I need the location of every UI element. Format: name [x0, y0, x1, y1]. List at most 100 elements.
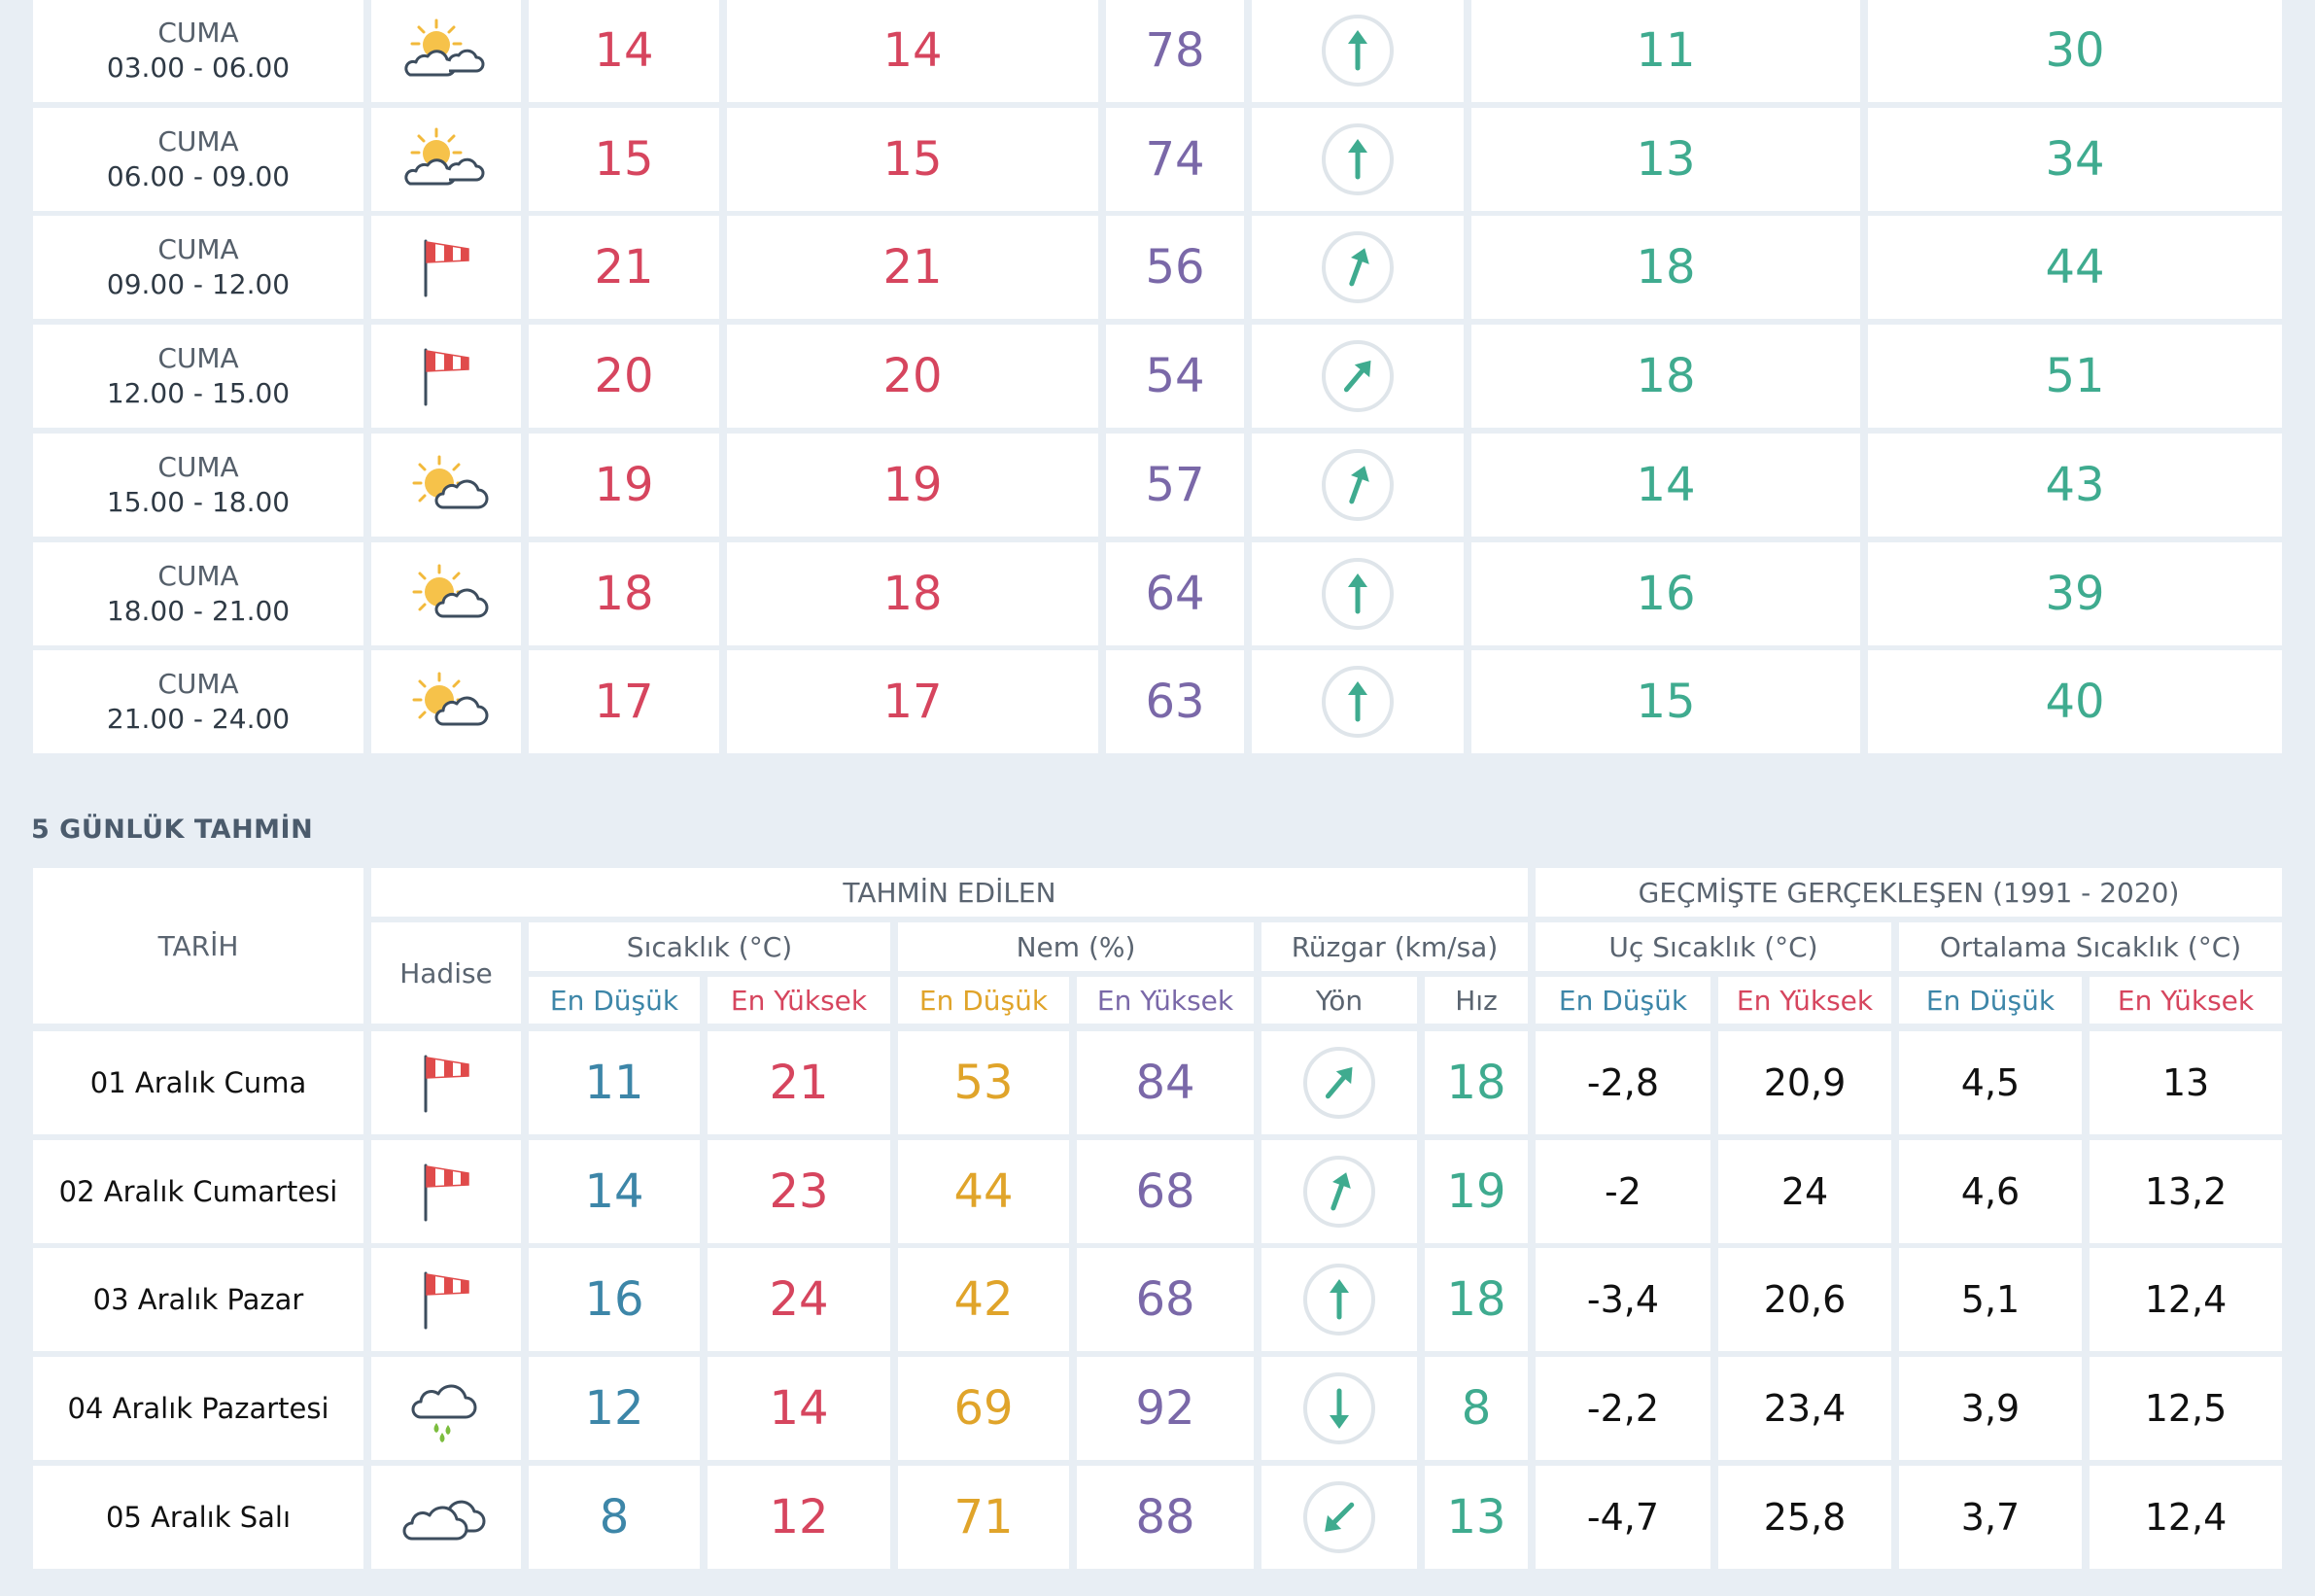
hourly-wind-gust: 40: [1868, 650, 2282, 753]
section-title: 5 GÜNLÜK TAHMİN: [31, 815, 314, 845]
wind-direction-icon: [1252, 542, 1464, 645]
windsock-icon: [371, 1031, 521, 1134]
header-hadise: Hadise: [371, 922, 521, 1024]
partly-cloudy-icon: [371, 108, 521, 211]
subheader-hiz: Hız: [1425, 977, 1528, 1024]
daily-humidity-min: 42: [898, 1248, 1069, 1351]
daily-temp-max: 14: [708, 1357, 890, 1460]
hourly-humidity: 64: [1106, 542, 1244, 645]
hourly-wind-speed: 13: [1471, 108, 1860, 211]
hourly-humidity: 56: [1106, 216, 1244, 319]
daily-humidity-max: 88: [1077, 1466, 1254, 1569]
subheader-en-dusuk: En Düşük: [1536, 977, 1710, 1024]
daily-humidity-min: 44: [898, 1140, 1069, 1243]
daily-temp-max: 23: [708, 1140, 890, 1243]
header-uc-sicaklik: Uç Sıcaklık (°C): [1536, 922, 1891, 971]
hourly-time-range: 03.00 - 06.00: [106, 52, 291, 84]
hourly-wind-speed: 15: [1471, 650, 1860, 753]
hourly-temperature: 14: [529, 0, 719, 102]
wind-direction-icon: [1252, 108, 1464, 211]
daily-wind-speed: 18: [1425, 1248, 1528, 1351]
daily-average-min: 3,7: [1899, 1466, 2082, 1569]
subheader-en-yuksek: En Yüksek: [708, 977, 890, 1024]
daily-average-min: 5,1: [1899, 1248, 2082, 1351]
daily-date: 03 Aralık Pazar: [33, 1248, 363, 1351]
daily-extreme-min: -2: [1536, 1140, 1710, 1243]
wind-direction-icon: [1261, 1357, 1417, 1460]
daily-extreme-min: -2,2: [1536, 1357, 1710, 1460]
hourly-feels-like: 21: [727, 216, 1098, 319]
cloud-icon: [371, 1466, 521, 1569]
hourly-wind-gust: 43: [1868, 434, 2282, 537]
hourly-day-label: CUMA: [157, 233, 239, 265]
header-ruzgar: Rüzgar (km/sa): [1261, 922, 1528, 971]
hourly-day-label: CUMA: [157, 668, 239, 700]
windsock-icon: [371, 325, 521, 428]
daily-humidity-max: 68: [1077, 1140, 1254, 1243]
daily-temp-min: 16: [529, 1248, 700, 1351]
daily-average-max: 12,4: [2090, 1248, 2282, 1351]
hourly-wind-speed: 18: [1471, 216, 1860, 319]
daily-average-max: 12,4: [2090, 1466, 2282, 1569]
daily-extreme-min: -2,8: [1536, 1031, 1710, 1134]
wind-direction-icon: [1252, 216, 1464, 319]
hourly-wind-gust: 44: [1868, 216, 2282, 319]
hourly-feels-like: 17: [727, 650, 1098, 753]
hourly-wind-gust: 39: [1868, 542, 2282, 645]
daily-date: 02 Aralık Cumartesi: [33, 1140, 363, 1243]
daily-temp-min: 11: [529, 1031, 700, 1134]
daily-temp-max: 24: [708, 1248, 890, 1351]
daily-temp-min: 8: [529, 1466, 700, 1569]
daily-average-max: 13,2: [2090, 1140, 2282, 1243]
sun-cloud-icon: [371, 650, 521, 753]
hourly-humidity: 57: [1106, 434, 1244, 537]
windsock-icon: [371, 216, 521, 319]
daily-extreme-max: 20,6: [1718, 1248, 1891, 1351]
daily-extreme-max: 25,8: [1718, 1466, 1891, 1569]
hourly-time-range: 15.00 - 18.00: [106, 486, 291, 518]
daily-average-min: 4,5: [1899, 1031, 2082, 1134]
hourly-time-cell: CUMA 21.00 - 24.00: [33, 650, 363, 753]
daily-humidity-min: 69: [898, 1357, 1069, 1460]
hourly-temperature: 15: [529, 108, 719, 211]
daily-temp-min: 14: [529, 1140, 700, 1243]
wind-direction-icon: [1261, 1140, 1417, 1243]
daily-temp-max: 12: [708, 1466, 890, 1569]
header-gecmis: GEÇMİŞTE GERÇEKLEŞEN (1991 - 2020): [1536, 868, 2282, 917]
subheader-en-dusuk: En Düşük: [898, 977, 1069, 1024]
sun-cloud-icon: [371, 434, 521, 537]
daily-temp-min: 12: [529, 1357, 700, 1460]
hourly-time-cell: CUMA 09.00 - 12.00: [33, 216, 363, 319]
daily-average-max: 13: [2090, 1031, 2282, 1134]
daily-humidity-min: 53: [898, 1031, 1069, 1134]
daily-temp-max: 21: [708, 1031, 890, 1134]
hourly-time-range: 09.00 - 12.00: [106, 268, 291, 300]
daily-average-min: 3,9: [1899, 1357, 2082, 1460]
hourly-feels-like: 14: [727, 0, 1098, 102]
hourly-temperature: 17: [529, 650, 719, 753]
hourly-humidity: 78: [1106, 0, 1244, 102]
hourly-time-cell: CUMA 15.00 - 18.00: [33, 434, 363, 537]
hourly-wind-speed: 11: [1471, 0, 1860, 102]
subheader-en-yuksek: En Yüksek: [2090, 977, 2282, 1024]
hourly-feels-like: 18: [727, 542, 1098, 645]
hourly-time-range: 12.00 - 15.00: [106, 377, 291, 409]
hourly-day-label: CUMA: [157, 342, 239, 374]
hourly-time-range: 21.00 - 24.00: [106, 703, 291, 735]
daily-extreme-min: -3,4: [1536, 1248, 1710, 1351]
hourly-humidity: 54: [1106, 325, 1244, 428]
subheader-en-dusuk: En Düşük: [529, 977, 700, 1024]
subheader-en-yuksek: En Yüksek: [1077, 977, 1254, 1024]
hourly-feels-like: 19: [727, 434, 1098, 537]
header-sicaklik: Sıcaklık (°C): [529, 922, 890, 971]
daily-date: 04 Aralık Pazartesi: [33, 1357, 363, 1460]
hourly-time-cell: CUMA 12.00 - 15.00: [33, 325, 363, 428]
subheader-yon: Yön: [1261, 977, 1417, 1024]
subheader-en-dusuk: En Düşük: [1899, 977, 2082, 1024]
daily-average-max: 12,5: [2090, 1357, 2282, 1460]
wind-direction-icon: [1252, 325, 1464, 428]
daily-wind-speed: 18: [1425, 1031, 1528, 1134]
header-tahmin-edilen: TAHMİN EDİLEN: [371, 868, 1528, 917]
hourly-humidity: 63: [1106, 650, 1244, 753]
daily-average-min: 4,6: [1899, 1140, 2082, 1243]
